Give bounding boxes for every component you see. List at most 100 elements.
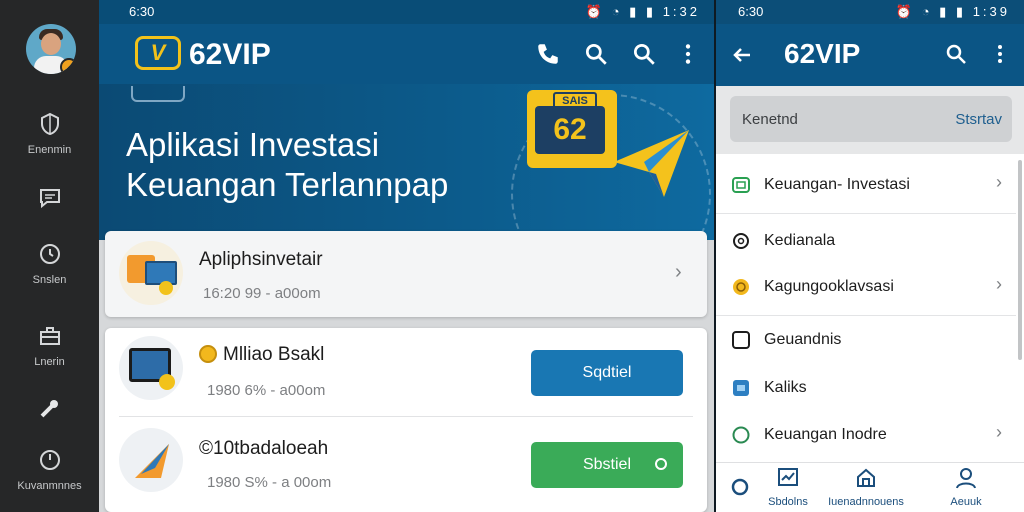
card-action-button-green[interactable]: Sbstiel: [531, 442, 683, 488]
divider: [119, 416, 693, 417]
rail-item-label: Kuvanmnnes: [17, 480, 82, 492]
clock-icon: [39, 244, 60, 264]
menu-row[interactable]: Kagungooklavsasi ›: [716, 262, 1016, 316]
hero-banner: SAIS 62 Aplikasi Investasi Keuangan Terl…: [99, 84, 714, 294]
card-title: ©10tbadaloeah: [199, 438, 329, 459]
brand-title: 62VIP: [784, 38, 861, 69]
scrollbar[interactable]: [1018, 160, 1022, 360]
info-circle-icon: [733, 233, 749, 249]
menu-row[interactable]: Kaliks: [716, 363, 1016, 413]
coin-icon: [199, 345, 217, 363]
menu-row-label: Keuangan Inodre: [764, 426, 887, 443]
paper-plane-icon: [614, 130, 689, 197]
nav-item-sbdolns[interactable]: Sbdolns: [750, 467, 826, 508]
menu-row-label: Geuandnis: [764, 331, 842, 348]
nav-item-circle[interactable]: [730, 477, 750, 502]
card-title: Mlliao Bsakl: [199, 344, 324, 366]
rail-item-lnerin[interactable]: Lnerin: [0, 324, 99, 368]
status-battery-time: 1:39: [972, 4, 1010, 19]
menu-row-label: Kaliks: [764, 379, 807, 396]
status-indicators: ⏰ ◔ ▮ ▮ 1:39: [895, 4, 1010, 19]
menu-row-label: Kagungooklavsasi: [764, 278, 894, 295]
brand-title: 62VIP: [189, 38, 271, 71]
sign-text: 62: [535, 106, 605, 154]
avatar[interactable]: [26, 24, 76, 74]
menu-row[interactable]: Keuangan Inodre ›: [716, 410, 1016, 460]
menu-row-label: Kedianala: [764, 232, 836, 249]
menu-row[interactable]: Keuangan- Investasi ›: [716, 160, 1016, 214]
investment-card-featured[interactable]: Apliphsinvetair 16:20 99 - a00om ›: [105, 231, 707, 317]
rail-item-label: Lnerin: [34, 356, 65, 368]
nav-label: Iuenadnnouens: [828, 496, 904, 508]
card-thumbnail: [119, 336, 183, 400]
card-thumbnail: [119, 241, 183, 305]
rail-item-label: Enenmin: [27, 144, 72, 156]
chevron-right-icon: ›: [996, 172, 1002, 192]
rail-item-label: Snslen: [32, 274, 67, 286]
status-bar: 6:30 ⏰ ◔ ▮ ▮ 1:39: [716, 0, 1024, 24]
bottom-nav: Sbdolns Iuenadnnouens Aeuuk: [716, 462, 1024, 512]
chevron-right-icon: ›: [675, 261, 682, 283]
briefcase-icon: [39, 327, 60, 345]
rail-item-chat[interactable]: [0, 186, 99, 210]
phone-icon[interactable]: [535, 41, 561, 67]
rail-item-enenmin[interactable]: Enenmin: [0, 112, 99, 156]
search-icon[interactable]: [583, 41, 609, 67]
menu-row-label: Keuangan- Investasi: [764, 176, 910, 193]
timer-icon: [39, 450, 60, 470]
card-title: Apliphsinvetair: [199, 249, 323, 270]
nav-label: Sbdolns: [768, 496, 808, 508]
menu-row[interactable]: Kedianala: [716, 216, 1016, 266]
left-rail: Enenmin Snslen Lnerin Kuvanmnnes: [0, 0, 99, 512]
app-top-bar: V 62VIP: [99, 24, 714, 84]
circle-icon: [732, 426, 750, 444]
card-thumbnail: [119, 428, 183, 492]
main-panel: 6:30 ⏰ ◔ ▮ ▮ 1:32 V 62VIP SAIS 62 Aplika…: [99, 0, 714, 512]
status-time: 6:30: [738, 4, 764, 19]
person-icon: [956, 468, 976, 489]
tab-hint: [131, 86, 185, 102]
brand-logo: V: [135, 36, 181, 70]
home-icon: [857, 468, 875, 487]
investment-list: Mlliao Bsakl 1980 6% - a00om Sqdtiel ©10…: [105, 328, 707, 512]
card-subtitle: 16:20 99 - a00om: [203, 285, 321, 302]
search-input[interactable]: Kenetnd Stsrtav: [730, 96, 1012, 142]
search-action[interactable]: Stsrtav: [955, 111, 1002, 128]
right-panel: 6:30 ⏰ ◔ ▮ ▮ 1:39 62VIP Kenetnd Stsrtav …: [716, 0, 1024, 512]
card-action-button[interactable]: Sqdtiel: [531, 350, 683, 396]
shield-icon: [40, 112, 59, 136]
rail-item-kuvanmnnes[interactable]: Kuvanmnnes: [0, 448, 99, 492]
card-subtitle: 1980 6% - a00om: [207, 382, 326, 399]
card-subtitle: 1980 S% - a 00om: [207, 474, 332, 491]
app-icon: [733, 380, 749, 396]
more-vert-icon[interactable]: [988, 42, 1012, 66]
app-root: Enenmin Snslen Lnerin Kuvanmnnes 6:30 ⏰ …: [0, 0, 1024, 512]
search-placeholder: Kenetnd: [742, 111, 798, 128]
chevron-right-icon: ›: [996, 422, 1002, 442]
tools-icon: [40, 400, 58, 418]
search-icon-secondary[interactable]: [631, 41, 657, 67]
back-arrow-icon[interactable]: [730, 43, 754, 67]
chevron-right-icon: ›: [996, 274, 1002, 294]
rail-item-tools[interactable]: [0, 396, 99, 420]
rail-item-snslen[interactable]: Snslen: [0, 242, 99, 286]
app-top-bar: 62VIP: [716, 24, 1024, 86]
chart-icon: [778, 468, 798, 486]
status-time: 6:30: [129, 4, 155, 19]
circle-o-icon: [731, 478, 749, 496]
nav-label: Aeuuk: [950, 496, 982, 508]
more-vert-icon[interactable]: [675, 41, 701, 67]
coin-icon: [733, 279, 749, 295]
status-bar: 6:30 ⏰ ◔ ▮ ▮ 1:32: [99, 0, 714, 24]
square-s-icon: [732, 331, 750, 349]
wallet-icon: [732, 177, 750, 193]
search-icon[interactable]: [944, 42, 968, 66]
chat-icon: [39, 189, 60, 209]
toggle-dot-icon: [655, 458, 667, 470]
hero-title-line1: Aplikasi Investasi: [126, 126, 380, 163]
hero-title-line2: Keuangan Terlannpap: [126, 166, 449, 203]
menu-row[interactable]: Geuandnis: [716, 315, 1016, 365]
nav-item-iuenadnnouens[interactable]: Iuenadnnouens: [818, 467, 914, 508]
nav-item-aeuuk[interactable]: Aeuuk: [936, 467, 996, 508]
status-battery-time: 1:32: [662, 4, 700, 19]
